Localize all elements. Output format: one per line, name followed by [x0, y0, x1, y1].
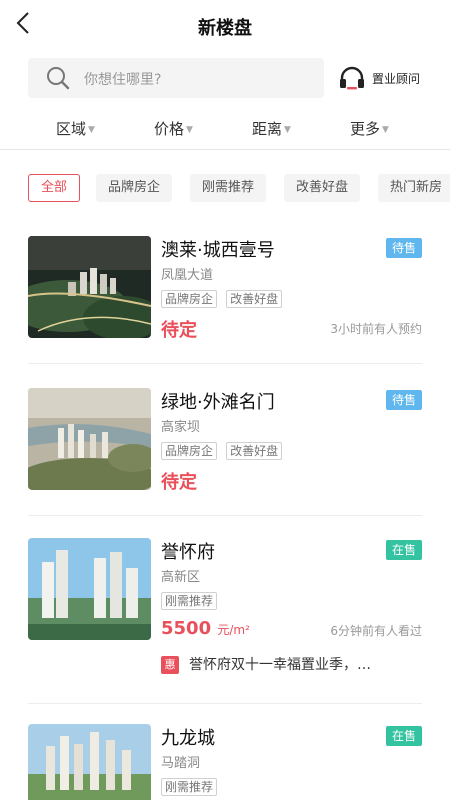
price-value: 5500 [161, 618, 212, 639]
listing-tag: 刚需推荐 [161, 778, 218, 796]
filter-label: 距离 [252, 120, 283, 138]
discount-badge-icon: 惠 [161, 656, 179, 674]
listing-photo [28, 538, 151, 640]
filter-area[interactable]: 区域 ▼ [56, 118, 95, 139]
listing-tags: 品牌房企 改善好盘 [161, 288, 286, 308]
listing-card[interactable]: 绿地·外滩名门 待售 高家坝 品牌房企 改善好盘 待定 [28, 388, 422, 516]
price-unit: 元/m² [217, 623, 250, 637]
chip-essential[interactable]: 刚需推荐 [190, 174, 267, 202]
promo-text: 誉怀府双十一幸福置业季，… [189, 657, 371, 673]
listing-price: 待定 [161, 320, 197, 341]
listing-tags: 刚需推荐 [161, 590, 221, 610]
caret-down-icon: ▼ [186, 125, 193, 135]
listing-district: 马踏洞 [161, 756, 201, 771]
listing-tag: 改善好盘 [226, 290, 283, 308]
consultant-button[interactable]: 置业顾问 [338, 58, 438, 98]
page-title: 新楼盘 [198, 18, 252, 39]
search-input[interactable]: 你想住哪里? [28, 58, 324, 98]
listing-name: 绿地·外滩名门 [161, 392, 275, 413]
caret-down-icon: ▼ [284, 125, 291, 135]
listing-district: 高家坝 [161, 420, 201, 435]
caret-down-icon: ▼ [88, 125, 95, 135]
category-chips: 全部 品牌房企 刚需推荐 改善好盘 热门新房 [0, 174, 450, 204]
caret-down-icon: ▼ [382, 125, 389, 135]
filter-price[interactable]: 价格 ▼ [154, 118, 193, 139]
filter-label: 区域 [56, 120, 87, 138]
status-badge: 待售 [385, 238, 422, 258]
listing-tag: 品牌房企 [161, 290, 218, 308]
status-badge: 在售 [385, 726, 422, 746]
listing-activity: 6分钟前有人看过 [330, 624, 422, 638]
listing-tag: 改善好盘 [226, 442, 283, 460]
listing-photo [28, 724, 151, 800]
filter-bar: 区域 ▼ 价格 ▼ 距离 ▼ 更多 ▼ [0, 106, 450, 150]
chip-hot[interactable]: 热门新房 [378, 174, 450, 202]
filter-label: 价格 [154, 120, 185, 138]
headset-icon [340, 66, 364, 90]
consultant-label: 置业顾问 [372, 72, 421, 86]
search-icon [47, 67, 70, 90]
chip-all[interactable]: 全部 [28, 174, 81, 202]
listing-tag: 品牌房企 [161, 442, 218, 460]
status-badge: 待售 [385, 390, 422, 410]
listing-photo [28, 388, 151, 490]
filter-label: 更多 [350, 120, 381, 138]
chip-brand[interactable]: 品牌房企 [96, 174, 173, 202]
listing-card[interactable]: 九龙城 在售 马踏洞 刚需推荐 [28, 724, 422, 800]
listing-promo[interactable]: 惠誉怀府双十一幸福置业季，… [161, 654, 371, 674]
listing-price: 5500 元/m² [161, 618, 250, 639]
listing-tag: 刚需推荐 [161, 592, 218, 610]
listing-tags: 品牌房企 改善好盘 [161, 440, 286, 460]
status-badge: 在售 [385, 540, 422, 560]
listing-district: 凤凰大道 [161, 268, 214, 283]
listing-district: 高新区 [161, 570, 201, 585]
listing-name: 誉怀府 [161, 542, 215, 563]
listing-photo [28, 236, 151, 338]
listing-activity: 3小时前有人预约 [330, 322, 422, 336]
listing-name: 九龙城 [161, 728, 215, 749]
search-row: 你想住哪里? 置业顾问 [0, 56, 450, 100]
filter-more[interactable]: 更多 ▼ [350, 118, 389, 139]
listing-card[interactable]: 澳莱·城西壹号 待售 凤凰大道 品牌房企 改善好盘 待定 3小时前有人预约 [28, 236, 422, 364]
top-bar: 新楼盘 [0, 0, 450, 52]
listing-name: 澳莱·城西壹号 [161, 240, 275, 261]
filter-distance[interactable]: 距离 ▼ [252, 118, 291, 139]
chip-upgrade[interactable]: 改善好盘 [284, 174, 361, 202]
listing-card[interactable]: 誉怀府 在售 高新区 刚需推荐 5500 元/m² 6分钟前有人看过 惠誉怀府双… [28, 538, 422, 704]
listing-price: 待定 [161, 472, 197, 493]
listing-tags: 刚需推荐 [161, 776, 221, 796]
search-placeholder: 你想住哪里? [84, 72, 162, 88]
